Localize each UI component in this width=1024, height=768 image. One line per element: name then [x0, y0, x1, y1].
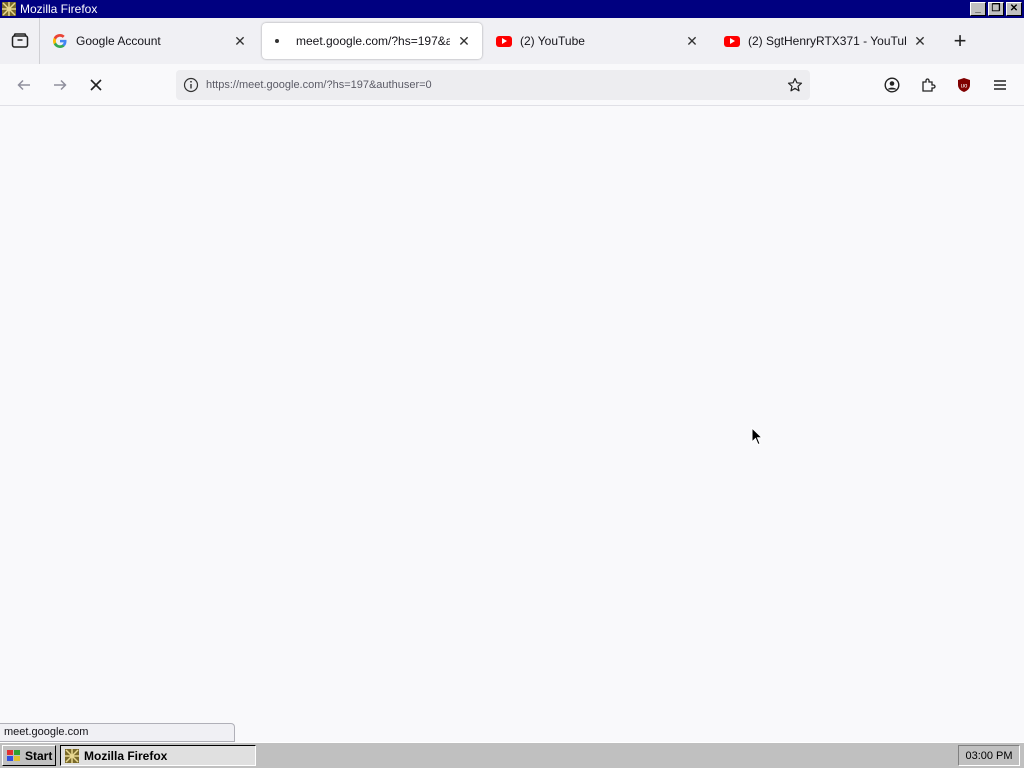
firefox-app-icon	[65, 748, 79, 763]
taskbar-item-label: Mozilla Firefox	[84, 748, 168, 763]
firefox-app-icon	[1, 1, 17, 17]
bookmark-star-icon[interactable]	[780, 70, 810, 100]
close-window-button[interactable]: ✕	[1006, 2, 1022, 16]
back-button[interactable]	[8, 69, 40, 101]
page-content-area[interactable]	[0, 106, 1024, 742]
stop-icon	[90, 79, 102, 91]
account-icon	[884, 77, 900, 93]
restore-icon: ❐	[991, 3, 1001, 14]
close-tab-icon[interactable]: ✕	[456, 33, 472, 49]
new-tab-button[interactable]: +	[944, 25, 976, 57]
extensions-button[interactable]	[912, 69, 944, 101]
tab-label: (2) SgtHenryRTX371 - YouTube	[748, 34, 906, 48]
tab-youtube[interactable]: (2) YouTube ✕	[486, 23, 710, 59]
system-tray-clock: 03:00 PM	[958, 745, 1020, 766]
puzzle-icon	[922, 78, 936, 92]
plus-icon: +	[953, 28, 967, 53]
close-tab-icon[interactable]: ✕	[232, 33, 248, 49]
start-button[interactable]: Start	[2, 745, 56, 766]
close-tab-icon[interactable]: ✕	[912, 33, 928, 49]
mouse-cursor-icon	[751, 426, 764, 451]
close-tab-icon[interactable]: ✕	[684, 33, 700, 49]
tab-strip: Google Account ✕ meet.google.com/?hs=197…	[0, 18, 1024, 64]
account-button[interactable]	[876, 69, 908, 101]
tab-label: (2) YouTube	[520, 34, 585, 48]
youtube-icon	[724, 33, 740, 49]
hamburger-menu-icon	[994, 80, 1006, 90]
status-panel: meet.google.com	[0, 723, 235, 742]
tab-label: Google Account	[76, 34, 161, 48]
taskbar: Start Mozilla Firefox 03:00 PM	[0, 742, 1024, 768]
site-info-icon[interactable]	[176, 70, 206, 100]
forward-button[interactable]	[44, 69, 76, 101]
tab-label: meet.google.com/?hs=197&authuser=0	[296, 34, 450, 48]
firefox-view-button[interactable]	[0, 18, 40, 64]
start-label: Start	[25, 748, 53, 763]
app-menu-button[interactable]	[984, 69, 1016, 101]
close-icon: ✕	[1009, 3, 1019, 14]
stop-loading-button[interactable]	[80, 69, 112, 101]
address-bar[interactable]	[176, 70, 810, 100]
ublock-icon: uo	[958, 78, 970, 92]
tab-google-meet[interactable]: meet.google.com/?hs=197&authuser=0 ✕	[262, 23, 482, 59]
url-input[interactable]	[206, 70, 780, 100]
svg-text:uo: uo	[961, 84, 968, 90]
firefox-view-icon	[11, 33, 28, 48]
forward-arrow-icon	[54, 79, 67, 91]
loading-dot-icon	[272, 33, 288, 49]
restore-button[interactable]: ❐	[988, 2, 1004, 16]
window-titlebar: Mozilla Firefox _ ❐ ✕	[0, 0, 1024, 18]
tab-youtube-channel[interactable]: (2) SgtHenryRTX371 - YouTube ✕	[714, 23, 938, 59]
navigation-toolbar: uo	[0, 64, 1024, 106]
windows-logo-icon	[7, 749, 20, 761]
taskbar-item-firefox[interactable]: Mozilla Firefox	[60, 745, 256, 766]
ublock-origin-button[interactable]: uo	[948, 69, 980, 101]
window-title: Mozilla Firefox	[20, 2, 98, 16]
back-arrow-icon	[17, 79, 30, 91]
google-icon	[52, 33, 68, 49]
minimize-button[interactable]: _	[970, 2, 986, 16]
minimize-icon: _	[975, 3, 981, 14]
youtube-icon	[496, 33, 512, 49]
tab-google-account[interactable]: Google Account ✕	[42, 23, 258, 59]
